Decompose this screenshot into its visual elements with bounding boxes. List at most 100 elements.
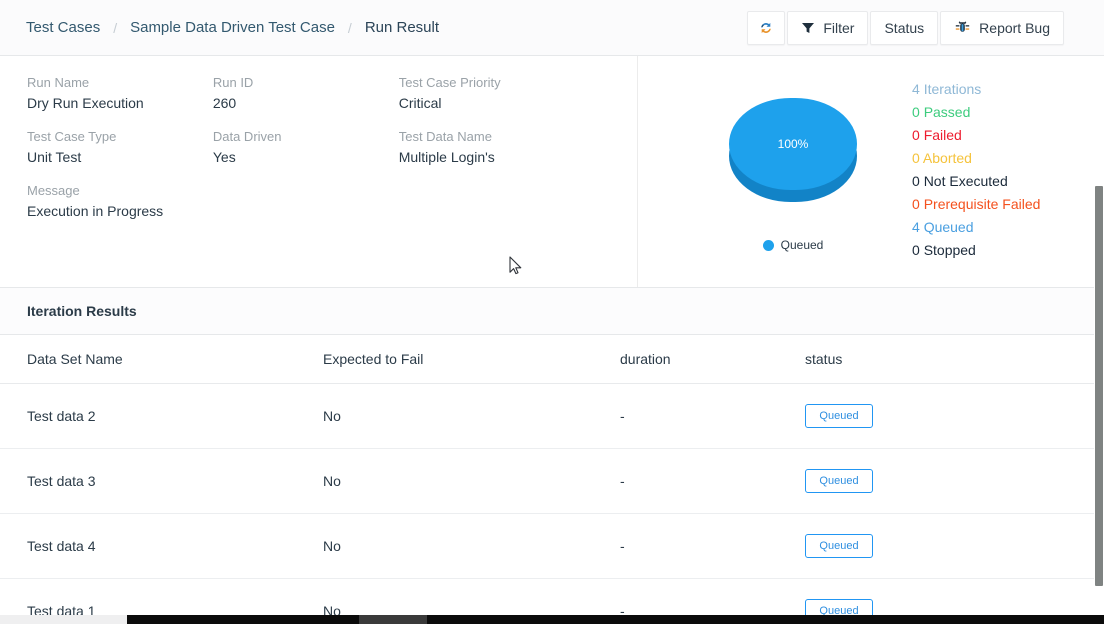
breadcrumb-separator: / [113, 19, 118, 36]
stat-count: 0 [912, 196, 920, 212]
stat-stopped: 0 Stopped [912, 239, 1040, 262]
cell-duration: - [620, 383, 805, 449]
table-row[interactable]: Test data 3 No - Queued [0, 448, 1104, 514]
info-row: Test Case Type Unit Test Data Driven Yes… [27, 128, 637, 166]
cell-expected-to-fail: No [323, 513, 620, 579]
stat-prerequisite-failed: 0 Prerequisite Failed [912, 193, 1040, 216]
horizontal-scrollbar-thumb[interactable] [359, 615, 427, 624]
run-result-page: Test Cases / Sample Data Driven Test Cas… [0, 0, 1104, 624]
vertical-scrollbar-thumb[interactable] [1095, 186, 1103, 586]
refresh-icon [758, 20, 774, 36]
field-label: Data Driven [212, 129, 282, 144]
filter-label: Filter [823, 19, 855, 36]
stat-queued: 4 Queued [912, 216, 1040, 239]
breadcrumb: Test Cases / Sample Data Driven Test Cas… [0, 19, 439, 36]
refresh-button[interactable] [747, 10, 786, 45]
stat-label: Stopped [923, 242, 976, 258]
field-value: Yes [212, 149, 236, 165]
column-header-status[interactable]: status [805, 335, 1104, 384]
table-header-row: Data Set Name Expected to Fail duration … [0, 335, 1104, 384]
horizontal-scrollbar-track[interactable] [0, 615, 1104, 624]
status-button[interactable]: Status [870, 10, 939, 45]
stat-not-executed: 0 Not Executed [912, 170, 1040, 193]
table-row[interactable]: Test data 2 No - Queued [0, 383, 1104, 449]
info-row: Message Execution in Progress [27, 182, 637, 220]
section-title: Iteration Results [27, 303, 137, 319]
stat-iterations: 4 Iterations [912, 78, 1040, 101]
field-label: Run Name [27, 75, 90, 90]
stat-count: 0 [912, 173, 920, 189]
stat-count: 0 [912, 242, 920, 258]
status-badge[interactable]: Queued [805, 534, 873, 558]
stat-aborted: 0 Aborted [912, 147, 1040, 170]
stat-count: 0 [912, 104, 920, 120]
stat-failed: 0 Failed [912, 124, 1040, 147]
column-header-duration[interactable]: duration [620, 335, 805, 384]
iteration-results-table: Data Set Name Expected to Fail duration … [0, 335, 1104, 624]
field-value: Critical [398, 95, 442, 111]
stat-label: Aborted [922, 150, 972, 166]
breadcrumb-item-sample-data-driven-test-case[interactable]: Sample Data Driven Test Case [130, 19, 335, 36]
field-value: Execution in Progress [27, 203, 164, 219]
filter-icon [801, 21, 815, 35]
cell-status: Queued [805, 448, 1104, 514]
field-test-case-type: Test Case Type Unit Test [27, 128, 213, 166]
stat-label: Prerequisite Failed [923, 196, 1041, 212]
status-badge[interactable]: Queued [805, 469, 873, 493]
table-row[interactable]: Test data 4 No - Queued [0, 513, 1104, 579]
report-bug-label: Report Bug [979, 19, 1050, 36]
info-row: Run Name Dry Run Execution Run ID 260 Te… [27, 74, 637, 112]
stat-label: Queued [923, 219, 974, 235]
report-bug-button[interactable]: Report Bug [940, 10, 1064, 45]
pie-slice-label: 100% [777, 137, 809, 151]
field-message: Message Execution in Progress [27, 182, 277, 220]
cell-expected-to-fail: No [323, 383, 620, 449]
status-label: Status [884, 19, 925, 36]
pie-chart-graphic: 100% [729, 98, 857, 202]
summary-section: Run Name Dry Run Execution Run ID 260 Te… [0, 56, 1104, 288]
field-run-id: Run ID 260 [213, 74, 399, 112]
field-label: Test Case Priority [398, 75, 501, 90]
field-value: Unit Test [27, 149, 82, 165]
cell-expected-to-fail: No [323, 448, 620, 514]
results-chart-panel: 100% Queued 4 Iterations 0 Passed 0 Fail… [638, 56, 1104, 287]
iteration-results-header: Iteration Results [0, 288, 1104, 335]
stat-count: 0 [912, 150, 920, 166]
header-toolbar: Filter Status Report Bug [747, 10, 1092, 45]
field-test-data-name: Test Data Name Multiple Login's [399, 128, 637, 166]
field-data-driven: Data Driven Yes [213, 128, 399, 166]
stat-label: Failed [923, 127, 962, 143]
cell-data-set-name: Test data 3 [0, 448, 323, 514]
column-header-data-set-name[interactable]: Data Set Name [0, 335, 323, 384]
stat-count: 4 [912, 81, 920, 97]
stat-label: Iterations [923, 81, 982, 97]
field-label: Run ID [212, 75, 254, 90]
bug-icon [954, 19, 971, 36]
field-value: Multiple Login's [398, 149, 495, 165]
run-info-panel: Run Name Dry Run Execution Run ID 260 Te… [0, 56, 638, 287]
horizontal-scrollbar-area[interactable] [127, 615, 1104, 624]
field-label: Test Data Name [398, 129, 492, 144]
cell-duration: - [620, 513, 805, 579]
status-badge[interactable]: Queued [805, 404, 873, 428]
vertical-scrollbar-track[interactable] [1094, 56, 1104, 616]
stat-label: Passed [923, 104, 971, 120]
breadcrumb-item-test-cases[interactable]: Test Cases [26, 19, 100, 36]
legend-dot-queued [762, 239, 774, 251]
results-stats-list: 4 Iterations 0 Passed 0 Failed 0 Aborted… [912, 78, 1040, 262]
stat-count: 4 [912, 219, 920, 235]
page-header: Test Cases / Sample Data Driven Test Cas… [0, 0, 1104, 56]
field-label: Message [27, 183, 80, 198]
column-header-expected-to-fail[interactable]: Expected to Fail [323, 335, 620, 384]
field-value: Dry Run Execution [27, 95, 144, 111]
filter-button[interactable]: Filter [787, 10, 869, 45]
pie-chart: 100% Queued [693, 78, 923, 288]
cell-data-set-name: Test data 2 [0, 383, 323, 449]
field-label: Test Case Type [27, 129, 117, 144]
field-run-name: Run Name Dry Run Execution [27, 74, 213, 112]
cell-duration: - [620, 448, 805, 514]
pie-chart-legend: Queued [693, 238, 893, 252]
cell-data-set-name: Test data 4 [0, 513, 323, 579]
cell-status: Queued [805, 513, 1104, 579]
cell-status: Queued [805, 383, 1104, 449]
